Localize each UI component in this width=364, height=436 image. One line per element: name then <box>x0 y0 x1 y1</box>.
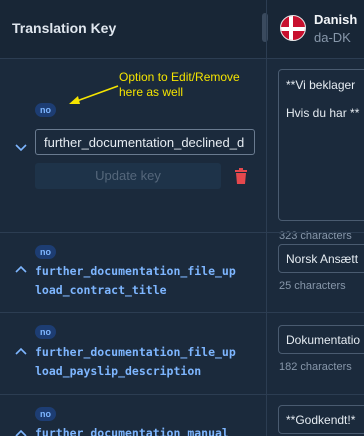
translation-text-line: Hvis du har ** <box>286 106 360 120</box>
row-divider <box>0 312 364 313</box>
row-divider <box>0 394 364 395</box>
table-header: Translation Key Danish da-DK <box>0 0 364 59</box>
denmark-flag-icon <box>280 15 306 41</box>
annotation-line: here as well <box>119 85 184 99</box>
character-count: 182 characters <box>279 361 352 373</box>
language-name: Danish <box>314 12 358 27</box>
annotation-line: Option to Edit/Remove <box>119 70 240 84</box>
chevron-up-icon[interactable] <box>14 346 28 356</box>
trash-icon[interactable] <box>234 168 248 184</box>
namespace-badge: no <box>35 325 56 339</box>
namespace-badge: no <box>35 407 56 421</box>
translation-key-text[interactable]: load_payslip_description <box>35 362 201 381</box>
chevron-up-icon[interactable] <box>14 264 28 274</box>
translation-key-text[interactable]: further_documentation_file_up <box>35 343 236 362</box>
translation-key-text[interactable]: further_documentation_manual <box>35 424 229 436</box>
translation-key-input[interactable] <box>35 129 255 155</box>
translation-input[interactable]: Dokumentatio <box>278 325 364 354</box>
annotation-note: Option to Edit/Remove here as well <box>119 70 240 100</box>
translation-text-line: **Vi beklager <box>286 78 356 92</box>
language-code: da-DK <box>314 30 351 45</box>
namespace-badge: no <box>35 245 56 259</box>
chevron-down-icon[interactable] <box>14 142 28 152</box>
column-resize-handle[interactable] <box>262 13 268 42</box>
translation-key-text[interactable]: load_contract_title <box>35 281 167 300</box>
character-count: 25 characters <box>279 280 346 292</box>
translation-key-column-header: Translation Key <box>12 20 117 36</box>
translation-input[interactable]: **Godkendt!* <box>278 405 364 434</box>
chevron-up-icon[interactable] <box>14 428 28 436</box>
translation-input[interactable]: Norsk Ansætt <box>278 244 364 273</box>
namespace-badge: no <box>35 103 56 117</box>
update-key-button[interactable]: Update key <box>35 163 221 189</box>
annotation-arrow-icon <box>69 85 119 104</box>
row-divider <box>0 232 364 233</box>
column-divider <box>266 0 267 436</box>
translation-key-text[interactable]: further_documentation_file_up <box>35 262 236 281</box>
translation-textarea[interactable]: **Vi beklager Hvis du har ** <box>278 69 364 221</box>
